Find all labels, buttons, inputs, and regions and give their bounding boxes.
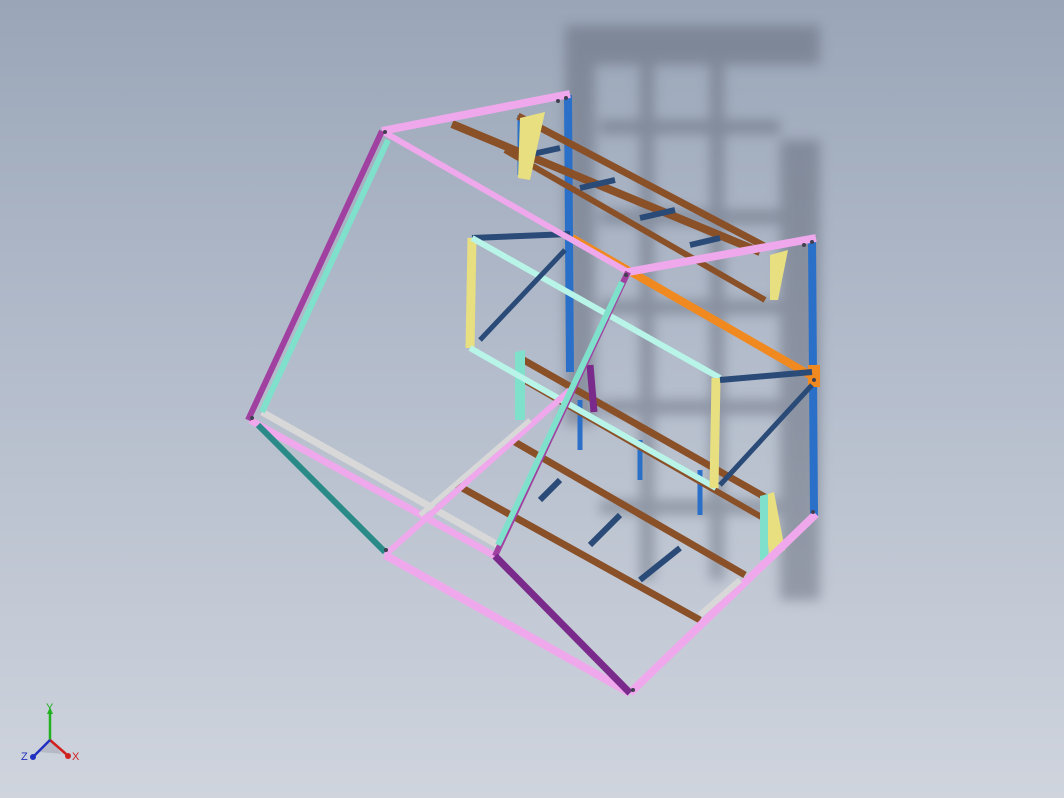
- bolt-holes: [250, 96, 816, 692]
- y-axis-label: Y: [46, 702, 54, 714]
- z-arrow-icon: [30, 754, 36, 760]
- 3d-model-view[interactable]: [0, 0, 1064, 798]
- outer-frame: [248, 90, 819, 697]
- lower-shelf-rails: [453, 350, 785, 624]
- orientation-triad: Y X Z: [21, 702, 80, 763]
- x-axis-label: X: [72, 751, 80, 763]
- graphics-viewport[interactable]: Y X Z: [0, 0, 1064, 798]
- x-arrow-icon: [65, 753, 71, 759]
- z-axis-label: Z: [21, 751, 28, 763]
- upper-shelf-rails: [450, 112, 788, 303]
